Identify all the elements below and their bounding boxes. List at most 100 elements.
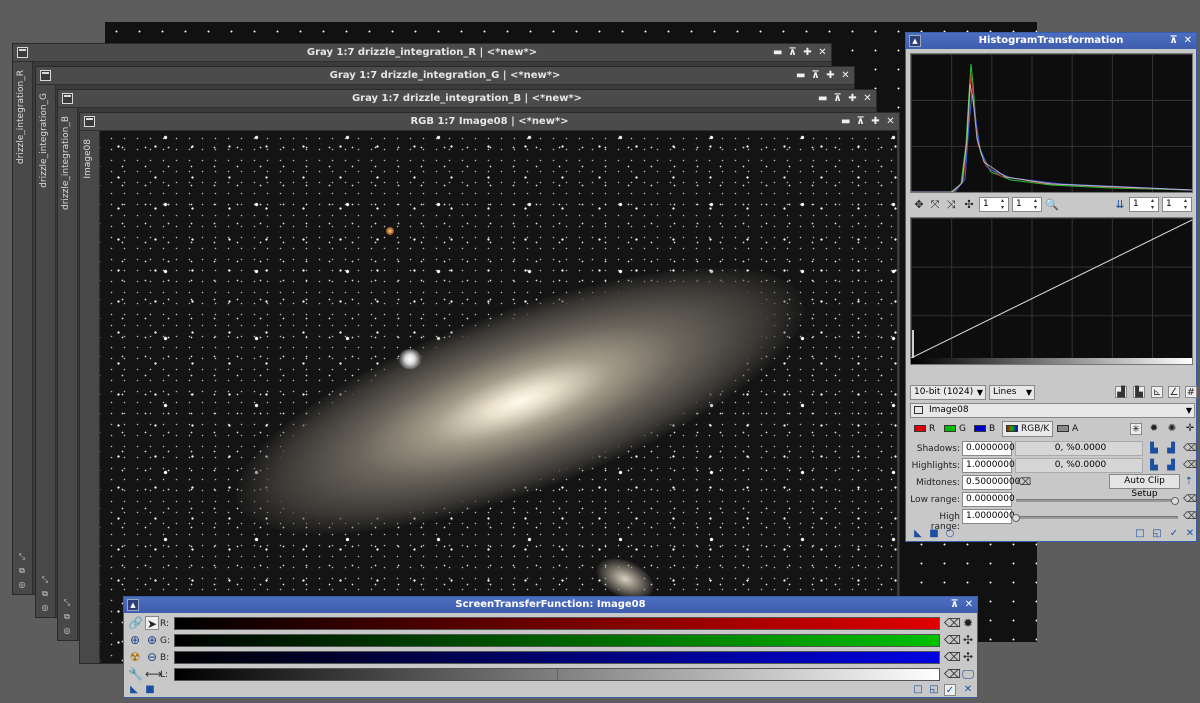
- monitor-icon[interactable]: 🖵: [961, 667, 975, 681]
- magnifier-icon[interactable]: 🔍: [1045, 198, 1059, 212]
- real-time-preview-icon[interactable]: ○: [944, 528, 956, 540]
- copy-icon[interactable]: ⧉: [40, 589, 50, 599]
- shadows-input[interactable]: 0.00000000: [962, 441, 1020, 456]
- wrench-icon[interactable]: 🔧: [128, 667, 143, 681]
- panel-titlebar[interactable]: ▲ ScreenTransferFunction: Image08 ⊼ ✕: [124, 597, 977, 613]
- low-range-slider[interactable]: [1016, 497, 1179, 505]
- auto-clip-setup-button[interactable]: Auto Clip Setup: [1109, 474, 1180, 499]
- highlights-input[interactable]: 1.00000000: [962, 458, 1020, 473]
- window-titlebar[interactable]: Gray 1:7 drizzle_integration_G | <*new*>…: [36, 67, 854, 85]
- gear-r-icon[interactable]: ✹: [961, 616, 975, 630]
- zoom-in-icon[interactable]: ⊕: [128, 633, 142, 647]
- restore-button[interactable]: ⊼: [833, 90, 842, 108]
- shadows-reset-icon[interactable]: ⌫: [1183, 443, 1197, 455]
- move-icon[interactable]: ✣: [962, 198, 976, 212]
- restore-button[interactable]: ⊼: [811, 67, 820, 85]
- window-titlebar[interactable]: Gray 1:7 drizzle_integration_R | <*new*>…: [13, 44, 831, 62]
- close-button[interactable]: ✕: [886, 113, 895, 131]
- window-titlebar[interactable]: RGB 1:7 Image08 | <*new*> ▬ ⊼ ✚ ✕: [80, 113, 899, 131]
- restore-button[interactable]: ⊼: [856, 113, 865, 131]
- zoom-out-icon[interactable]: ⊖: [145, 650, 159, 664]
- apply-icon[interactable]: ✓: [944, 684, 956, 696]
- graph-style-icon-3[interactable]: ⊾: [1151, 386, 1163, 398]
- shade-button[interactable]: ▬: [841, 113, 850, 131]
- edit-instance-icon[interactable]: ◱: [1151, 528, 1163, 540]
- high-range-slider[interactable]: [1012, 514, 1178, 522]
- high-range-input[interactable]: 1.0000000: [962, 509, 1015, 524]
- zoom-horizontal-spinner[interactable]: 1: [979, 197, 1009, 212]
- galaxy-image-canvas[interactable]: [100, 131, 897, 663]
- expand-icon[interactable]: ⤡: [17, 552, 27, 562]
- midtones-reset-icon[interactable]: ⌫: [1017, 477, 1031, 489]
- target-icon[interactable]: ◎: [40, 603, 50, 613]
- shade-button[interactable]: ⊼: [1169, 33, 1177, 49]
- shade-button[interactable]: ▬: [773, 44, 782, 62]
- low-range-reset-icon[interactable]: ⌫: [1183, 494, 1197, 506]
- highlights-histogram-icon[interactable]: ▙: [1148, 460, 1160, 472]
- panel-titlebar[interactable]: ▲ HistogramTransformation ⊼ ✕: [906, 33, 1196, 49]
- move-g-icon[interactable]: ✣: [961, 633, 975, 647]
- output-zoom-vertical-spinner[interactable]: 1: [1162, 197, 1192, 212]
- midtones-input[interactable]: 0.50000000: [962, 475, 1020, 490]
- channel-b-toggle[interactable]: B: [974, 422, 995, 436]
- close-button[interactable]: ✕: [818, 44, 827, 62]
- copy-icon[interactable]: ⧉: [62, 612, 72, 622]
- shade-button[interactable]: ▬: [796, 67, 805, 85]
- reset-l-icon[interactable]: ⌫: [944, 667, 961, 681]
- restore-button[interactable]: ⊼: [788, 44, 797, 62]
- maximize-button[interactable]: ✚: [848, 90, 857, 108]
- view-tab[interactable]: drizzle_integration_R ⤡ ⧉ ◎: [13, 62, 33, 594]
- close-button[interactable]: ✕: [863, 90, 872, 108]
- shadows-histogram-icon[interactable]: ▙: [1148, 443, 1160, 455]
- shade-button[interactable]: ▬: [818, 90, 827, 108]
- target-icon[interactable]: ◎: [62, 626, 72, 636]
- reset-b-icon[interactable]: ⌫: [944, 650, 961, 664]
- highlights-auto-icon[interactable]: ▟: [1165, 460, 1177, 472]
- new-instance-icon[interactable]: ◣: [912, 528, 924, 540]
- reset-icon[interactable]: ✕: [962, 684, 974, 696]
- shadows-auto-icon[interactable]: ▟: [1165, 443, 1177, 455]
- clip-slider-bar[interactable]: [911, 358, 1192, 364]
- auto-clip-icon[interactable]: ⇡: [1183, 476, 1195, 488]
- output-zoom-horizontal-spinner[interactable]: 1: [1129, 197, 1159, 212]
- shade-button[interactable]: ⊼: [950, 597, 958, 613]
- channel-r-toggle[interactable]: R: [914, 422, 935, 436]
- stf-l-gradient[interactable]: [174, 668, 940, 681]
- pointer-icon[interactable]: ➤: [145, 616, 159, 631]
- expand-icon[interactable]: ⤡: [40, 575, 50, 585]
- apply-global-icon[interactable]: ■: [928, 528, 940, 540]
- channel-g-toggle[interactable]: G: [944, 422, 966, 436]
- graph-style-icon-4[interactable]: ∠: [1168, 386, 1180, 398]
- resolution-select[interactable]: 10-bit (1024) ▼: [910, 385, 986, 400]
- crosshair-icon[interactable]: ✛: [1184, 423, 1196, 435]
- channel-a-toggle[interactable]: A: [1057, 422, 1078, 436]
- zoom-vertical-spinner[interactable]: 1: [1012, 197, 1042, 212]
- high-range-knob[interactable]: [1012, 514, 1020, 522]
- move-b-icon[interactable]: ✣: [961, 650, 975, 664]
- close-button[interactable]: ✕: [965, 597, 973, 613]
- low-range-knob[interactable]: [1170, 497, 1179, 505]
- histogram-transformation-panel[interactable]: ▲ HistogramTransformation ⊼ ✕ ✥ ⤧ ⤨ ✣ 1 …: [905, 32, 1197, 542]
- view-tab[interactable]: drizzle_integration_G ⤡ ⧉ ◎: [36, 85, 56, 617]
- apply-global-icon[interactable]: ■: [144, 684, 156, 696]
- screen-transfer-function-panel[interactable]: ▲ ScreenTransferFunction: Image08 ⊼ ✕ 🔗 …: [123, 596, 978, 698]
- graph-style-icon-1[interactable]: ▟: [1115, 386, 1127, 398]
- pan-icon[interactable]: ✥: [912, 198, 926, 212]
- close-button[interactable]: ✕: [841, 67, 850, 85]
- zoom-reset-icon[interactable]: ⤨: [944, 198, 958, 212]
- reset-icon[interactable]: ✕: [1184, 528, 1196, 540]
- window-titlebar[interactable]: Gray 1:7 drizzle_integration_B | <*new*>…: [58, 90, 876, 108]
- target-icon[interactable]: ◎: [17, 580, 27, 590]
- gear-icon[interactable]: ✹: [1148, 423, 1160, 435]
- browse-docs-icon[interactable]: □: [912, 684, 924, 696]
- transfer-function-plot[interactable]: [910, 217, 1193, 365]
- highlights-reset-icon[interactable]: ⌫: [1183, 460, 1197, 472]
- stf-g-gradient[interactable]: [174, 634, 940, 647]
- browse-docs-icon[interactable]: □: [1134, 528, 1146, 540]
- auto-stretch-icon[interactable]: ☢: [128, 650, 142, 664]
- maximize-button[interactable]: ✚: [826, 67, 835, 85]
- stf-b-gradient[interactable]: [174, 651, 940, 664]
- stf-r-gradient[interactable]: [174, 617, 940, 630]
- view-tab[interactable]: drizzle_integration_B ⤡ ⧉ ◎: [58, 108, 78, 640]
- maximize-button[interactable]: ✚: [871, 113, 880, 131]
